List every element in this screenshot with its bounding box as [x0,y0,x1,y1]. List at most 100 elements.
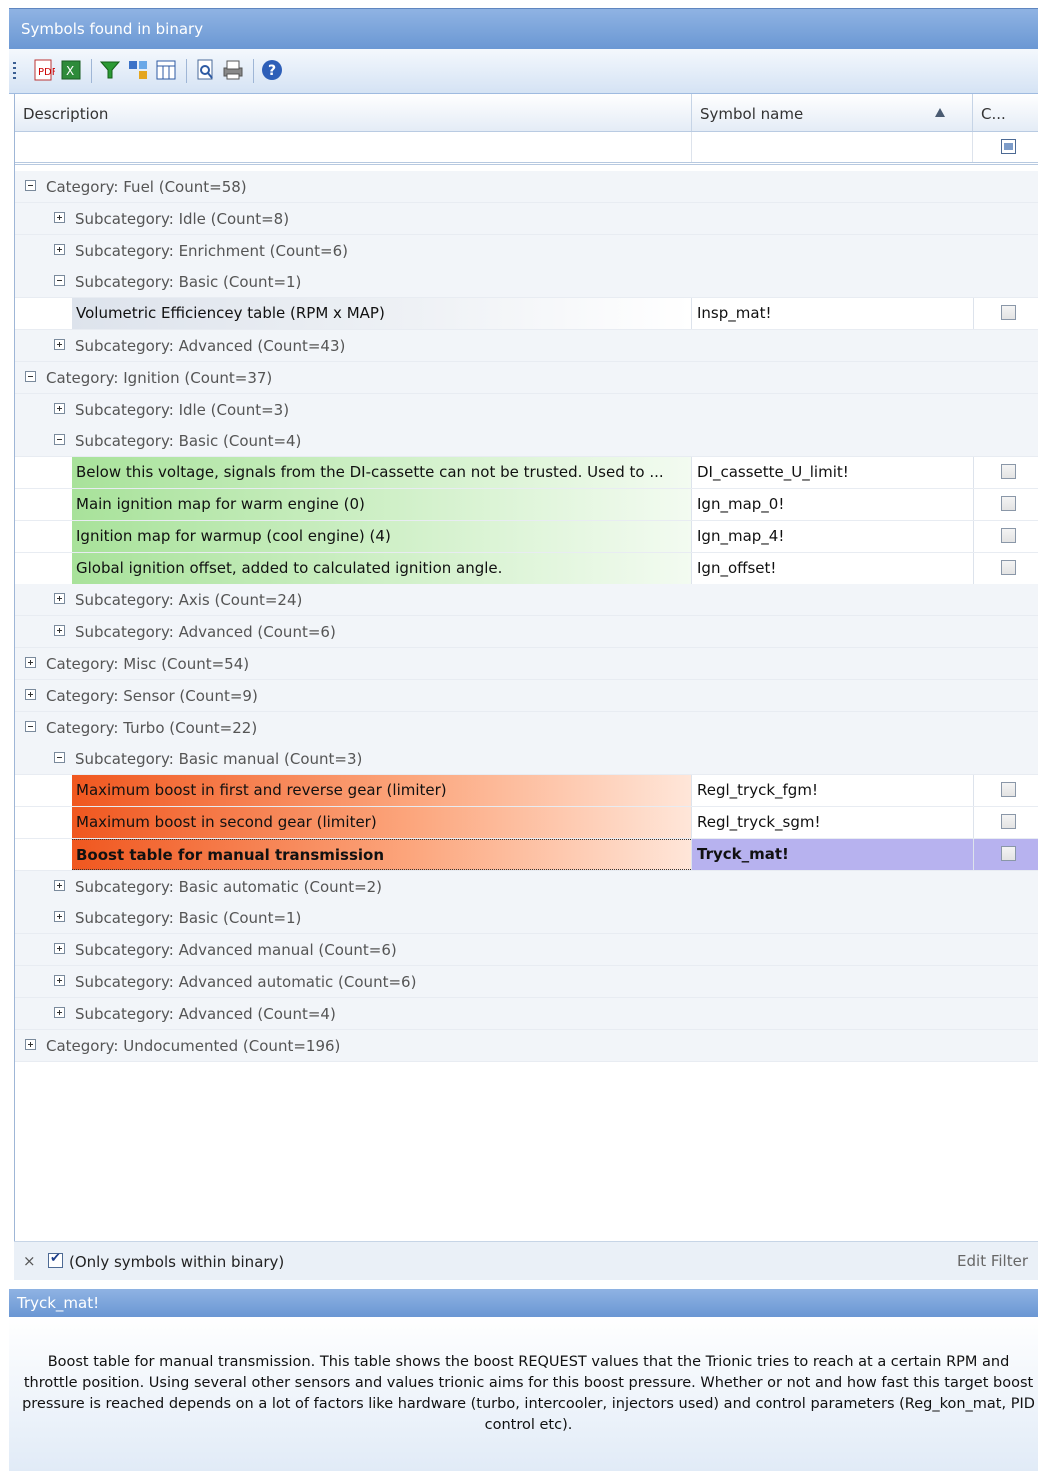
expand-icon[interactable] [25,1039,36,1050]
clear-filter-button[interactable]: × [23,1252,36,1270]
category-group-row[interactable]: Category: Misc (Count=54) [15,648,1038,680]
symbol-row[interactable]: Volumetric Efficiencey table (RPM x MAP)… [15,298,1038,330]
expand-icon[interactable] [54,975,65,986]
symbol-row[interactable]: Maximum boost in second gear (limiter) Re… [15,807,1038,839]
collapse-icon[interactable] [25,721,36,732]
category-group-row[interactable]: Category: Undocumented (Count=196) [15,1030,1038,1062]
subcategory-group-row[interactable]: Subcategory: Basic automatic (Count=2) [15,871,1038,903]
symbol-row[interactable]: Global ignition offset, added to calcula… [15,553,1038,585]
group-label: Subcategory: Advanced automatic (Count=6… [75,973,417,991]
collapse-icon[interactable] [54,434,65,445]
column-header-description[interactable]: Description [15,94,692,131]
subcategory-group-row[interactable]: Subcategory: Basic (Count=1) [15,266,1038,298]
symbol-row[interactable]: Main ignition map for warm engine (0) Ign… [15,489,1038,521]
symbol-row[interactable]: Boost table for manual transmission Tryck… [15,839,1038,871]
collapse-icon[interactable] [25,371,36,382]
expand-icon[interactable] [54,625,65,636]
symbol-name-cell[interactable]: Tryck_mat! [691,839,973,870]
symbol-name-cell[interactable]: Regl_tryck_fgm! [691,775,973,806]
description-cell[interactable]: Maximum boost in second gear (limiter) [72,807,691,838]
symbol-name-cell[interactable]: Ign_map_4! [691,521,973,552]
filter-c-checkbox[interactable] [1001,139,1016,154]
description-cell[interactable]: Maximum boost in first and reverse gear … [72,775,691,806]
filter-description-input[interactable] [15,132,692,162]
group-label: Category: Turbo (Count=22) [46,719,258,737]
expand-icon[interactable] [25,689,36,700]
subcategory-group-row[interactable]: Subcategory: Enrichment (Count=6) [15,235,1038,267]
subcategory-group-row[interactable]: Subcategory: Advanced (Count=6) [15,616,1038,648]
symbol-row[interactable]: Below this voltage, signals from the DI-… [15,457,1038,489]
category-group-row[interactable]: Category: Ignition (Count=37) [15,362,1038,394]
grid-header: Description Symbol name C... [15,94,1038,132]
group-label: Category: Misc (Count=54) [46,655,250,673]
row-checkbox[interactable] [1001,846,1016,861]
subcategory-group-row[interactable]: Subcategory: Advanced (Count=4) [15,998,1038,1030]
window-title: Symbols found in binary [21,20,204,38]
collapse-icon[interactable] [25,180,36,191]
edit-filter-button[interactable]: Edit Filter [957,1252,1028,1270]
symbol-name-cell[interactable]: Ign_offset! [691,553,973,584]
description-cell[interactable]: Boost table for manual transmission [72,839,691,870]
group-label: Subcategory: Axis (Count=24) [75,591,303,609]
row-checkbox[interactable] [1001,560,1016,575]
toolbar-separator [253,59,254,83]
symbol-name-cell[interactable]: DI_cassette_U_limit! [691,457,973,488]
expand-icon[interactable] [54,593,65,604]
symbol-name-cell[interactable]: Ign_map_0! [691,489,973,520]
expand-icon[interactable] [54,244,65,255]
row-checkbox[interactable] [1001,305,1016,320]
filter-enabled-checkbox[interactable]: ✔ [48,1251,63,1268]
expand-icon[interactable] [54,911,65,922]
description-cell[interactable]: Ignition map for warmup (cool engine) (4… [72,521,691,552]
row-checkbox[interactable] [1001,464,1016,479]
column-header-c[interactable]: C... [973,94,1038,131]
expand-icon[interactable] [25,657,36,668]
symbol-row[interactable]: Ignition map for warmup (cool engine) (4… [15,521,1038,553]
subcategory-group-row[interactable]: Subcategory: Basic (Count=1) [15,902,1038,934]
subcategory-group-row[interactable]: Subcategory: Advanced automatic (Count=6… [15,966,1038,998]
row-checkbox[interactable] [1001,528,1016,543]
subcategory-group-row[interactable]: Subcategory: Idle (Count=8) [15,203,1038,235]
expand-icon[interactable] [54,943,65,954]
expand-icon[interactable] [54,880,65,891]
group-icon[interactable] [126,58,150,82]
collapse-icon[interactable] [54,752,65,763]
symbol-name-text: Ign_offset! [697,559,777,577]
c-cell [973,489,1038,520]
expand-icon[interactable] [54,1007,65,1018]
expand-icon[interactable] [54,212,65,223]
filter-symbol-input[interactable] [692,132,973,162]
c-cell [973,775,1038,806]
help-icon[interactable]: ? [260,58,284,82]
filter-icon[interactable] [98,58,122,82]
symbol-row[interactable]: Maximum boost in first and reverse gear … [15,775,1038,807]
description-cell[interactable]: Global ignition offset, added to calcula… [72,553,691,584]
toolbar-grip[interactable] [13,62,16,80]
category-group-row[interactable]: Category: Turbo (Count=22) [15,712,1038,744]
subcategory-group-row[interactable]: Subcategory: Advanced manual (Count=6) [15,934,1038,966]
subcategory-group-row[interactable]: Subcategory: Basic manual (Count=3) [15,743,1038,775]
export-excel-icon[interactable]: X [59,58,83,82]
description-cell[interactable]: Below this voltage, signals from the DI-… [72,457,691,488]
subcategory-group-row[interactable]: Subcategory: Idle (Count=3) [15,394,1038,426]
subcategory-group-row[interactable]: Subcategory: Advanced (Count=43) [15,330,1038,362]
subcategory-group-row[interactable]: Subcategory: Basic (Count=4) [15,425,1038,457]
subcategory-group-row[interactable]: Subcategory: Axis (Count=24) [15,584,1038,616]
export-pdf-icon[interactable]: PDF [31,58,55,82]
description-cell[interactable]: Volumetric Efficiencey table (RPM x MAP) [72,298,691,329]
row-checkbox[interactable] [1001,814,1016,829]
preview-icon[interactable] [193,58,217,82]
symbol-name-cell[interactable]: Regl_tryck_sgm! [691,807,973,838]
description-cell[interactable]: Main ignition map for warm engine (0) [72,489,691,520]
symbol-name-cell[interactable]: Insp_mat! [691,298,973,329]
row-checkbox[interactable] [1001,496,1016,511]
category-group-row[interactable]: Category: Sensor (Count=9) [15,680,1038,712]
collapse-icon[interactable] [54,275,65,286]
column-header-symbol-name[interactable]: Symbol name [692,94,973,131]
row-checkbox[interactable] [1001,782,1016,797]
expand-icon[interactable] [54,403,65,414]
print-icon[interactable] [221,58,245,82]
category-group-row[interactable]: Category: Fuel (Count=58) [15,171,1038,203]
expand-icon[interactable] [54,339,65,350]
columns-icon[interactable] [154,58,178,82]
